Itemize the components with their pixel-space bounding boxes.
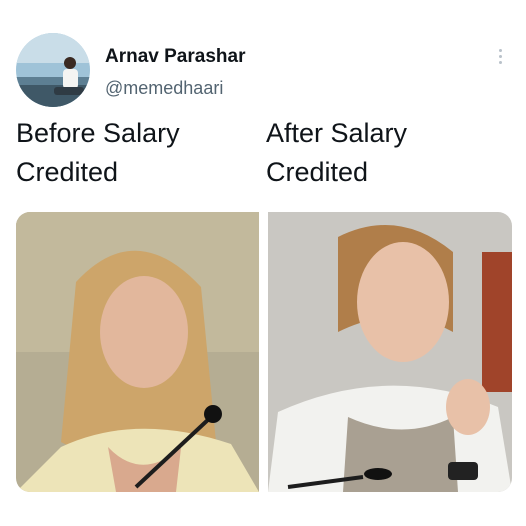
more-dot (498, 60, 502, 64)
caption-after: After Salary Credited (266, 114, 407, 192)
author-avatar[interactable] (16, 33, 90, 107)
before-salary-photo[interactable] (16, 212, 259, 492)
avatar-image (16, 33, 90, 107)
caption-before-line2: Credited (16, 157, 119, 187)
caption-after-line1: After Salary (266, 118, 408, 148)
author-name[interactable]: Arnav Parashar (105, 46, 245, 68)
more-options-button[interactable] (490, 44, 510, 68)
before-photo-image (16, 212, 259, 492)
author-handle[interactable]: @memedhaari (105, 78, 223, 99)
caption-after-line2: Credited (266, 157, 369, 187)
caption-before: Before Salary Credited (16, 114, 180, 192)
after-photo-image (268, 212, 512, 492)
caption-before-line1: Before Salary (16, 118, 180, 148)
more-vertical-icon (498, 48, 502, 52)
more-dot (498, 54, 502, 58)
after-salary-photo[interactable] (268, 212, 512, 492)
